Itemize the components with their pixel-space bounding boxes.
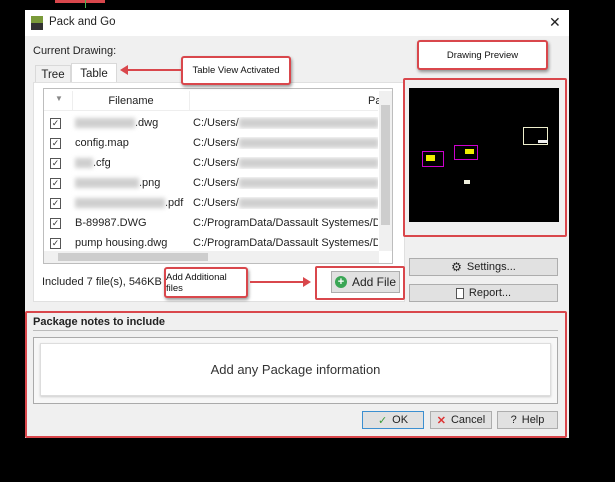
check-icon: ✓ [377, 414, 388, 427]
row-path: C:/Users/ [193, 177, 378, 189]
row-path: C:/ProgramData/Dassault Systemes/DraftS [193, 217, 378, 229]
table-row[interactable]: ✓ .cfg C:/Users/ [44, 153, 378, 173]
row-checkbox[interactable]: ✓ [50, 197, 61, 209]
preview-sheet [422, 151, 444, 167]
table-row[interactable]: ✓ .pdf C:/Users/ [44, 193, 378, 213]
row-filename: .pdf [75, 197, 183, 209]
preview-mark [464, 180, 470, 184]
question-icon: ? [510, 414, 517, 426]
ok-button[interactable]: ✓ OK [362, 411, 424, 429]
package-notes-input[interactable]: Add any Package information [40, 343, 551, 396]
plus-icon: + [334, 276, 347, 288]
redacted [75, 198, 165, 209]
arrowhead-icon [120, 65, 128, 75]
hscroll-thumb[interactable] [58, 253, 208, 261]
preview-sheet [454, 145, 478, 160]
title-bar: Pack and Go ✕ [25, 10, 569, 36]
tab-tree[interactable]: Tree [35, 65, 71, 83]
row-path: C:/ProgramData/Dassault Systemes/DraftS [193, 237, 378, 249]
vertical-scrollbar[interactable] [379, 91, 392, 251]
row-path: C:/Users/ [193, 197, 378, 209]
callout-table-view: Table View Activated [181, 56, 291, 85]
ok-label: OK [392, 414, 409, 426]
divider [33, 330, 558, 331]
row-checkbox[interactable]: ✓ [50, 137, 61, 149]
gear-icon: ⚙ [451, 260, 462, 274]
header-filename[interactable]: Filename [72, 91, 190, 111]
redacted [75, 178, 139, 189]
report-label: Report... [468, 287, 512, 299]
sort-icon[interactable]: ▼ [55, 94, 63, 103]
window-title: Pack and Go [49, 16, 116, 28]
drawing-preview [409, 88, 559, 222]
add-file-button[interactable]: + Add File [331, 271, 400, 293]
table-row[interactable]: ✓ .png C:/Users/ [44, 173, 378, 193]
table-row[interactable]: ✓ .dwg C:/Users/ [44, 113, 378, 133]
row-checkbox[interactable]: ✓ [50, 157, 61, 169]
settings-button[interactable]: ⚙ Settings... [409, 258, 558, 276]
report-icon [455, 287, 464, 299]
redacted [75, 118, 135, 129]
partial-annotation [55, 0, 105, 3]
scrollbar-thumb[interactable] [381, 105, 390, 225]
redacted [238, 198, 378, 209]
settings-label: Settings... [466, 261, 516, 273]
callout-drawing-preview: Drawing Preview [417, 40, 548, 70]
redacted [238, 178, 378, 189]
arrow-table [128, 69, 181, 71]
row-filename: B-89987.DWG [75, 217, 147, 229]
row-checkbox[interactable]: ✓ [50, 177, 61, 189]
row-filename: pump housing.dwg [75, 237, 168, 249]
file-table: ▼ Filename Pa ✓ .dwg C:/Users/✓ config.m… [43, 88, 393, 264]
current-drawing-label: Current Drawing: [33, 45, 117, 57]
row-checkbox[interactable]: ✓ [50, 217, 61, 229]
add-file-label: Add File [351, 275, 397, 289]
arrow-add-file [250, 281, 305, 283]
included-summary: Included 7 file(s), 546KB [42, 276, 162, 288]
close-icon[interactable]: ✕ [549, 14, 561, 31]
row-filename: .cfg [75, 157, 111, 169]
redacted [238, 118, 378, 129]
callout-add-files: Add Additional files [164, 267, 248, 298]
table-row[interactable]: ✓ pump housing.dwg C:/ProgramData/Dassau… [44, 233, 378, 253]
cancel-label: Cancel [450, 414, 486, 426]
redacted [238, 138, 378, 149]
row-filename: .dwg [75, 117, 158, 129]
arrowhead-icon [303, 277, 311, 287]
help-label: Help [521, 414, 545, 426]
table-row[interactable]: ✓ B-89987.DWG C:/ProgramData/Dassault Sy… [44, 213, 378, 233]
redacted [238, 158, 378, 169]
tab-table[interactable]: Table [71, 63, 117, 83]
row-path: C:/Users/ [193, 157, 378, 169]
help-button[interactable]: ? Help [497, 411, 558, 429]
report-button[interactable]: Report... [409, 284, 558, 302]
partial-line [85, 0, 86, 8]
package-notes-title: Package notes to include [33, 316, 166, 328]
app-icon [31, 16, 43, 30]
row-checkbox[interactable]: ✓ [50, 117, 61, 129]
row-filename: .png [75, 177, 160, 189]
x-icon: ✕ [436, 414, 446, 427]
row-path: C:/Users/ [193, 137, 378, 149]
cancel-button[interactable]: ✕ Cancel [430, 411, 492, 429]
row-checkbox[interactable]: ✓ [50, 237, 61, 249]
row-path: C:/Users/ [193, 117, 378, 129]
horizontal-scrollbar[interactable] [44, 251, 379, 263]
redacted [75, 158, 93, 169]
table-header: ▼ Filename Pa [44, 91, 381, 111]
table-row[interactable]: ✓ config.map C:/Users/ [44, 133, 378, 153]
row-filename: config.map [75, 137, 129, 149]
preview-sheet [523, 127, 548, 145]
